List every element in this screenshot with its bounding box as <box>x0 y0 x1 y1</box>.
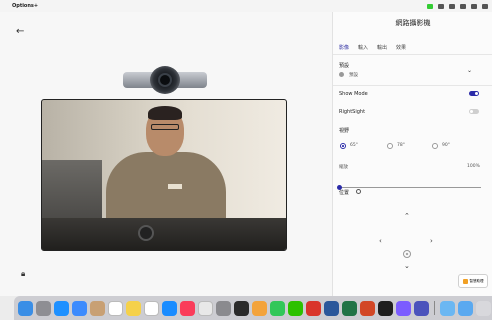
excel-icon[interactable] <box>342 300 357 316</box>
keyboard-icon[interactable] <box>438 3 444 9</box>
safari-icon[interactable] <box>54 300 69 316</box>
fov-label: 視野 <box>339 128 350 134</box>
helper-label: 智慧助理 <box>469 278 484 283</box>
dock <box>14 296 492 320</box>
camera-status-icon[interactable] <box>427 3 433 9</box>
zoom-slider-track[interactable] <box>339 187 481 188</box>
pan-up-icon[interactable]: ⌃ <box>404 212 410 220</box>
settings-panel: 網路攝影機 影像 輸入 輸出 效果 預設 預設 ⌄ Show Mode Righ… <box>332 12 492 296</box>
rightsight-toggle[interactable] <box>469 109 479 114</box>
fov-option-label: 78° <box>397 143 405 148</box>
launchpad-icon[interactable] <box>36 300 51 316</box>
wifi-icon[interactable] <box>449 3 455 9</box>
notes-icon[interactable] <box>126 300 141 316</box>
divider <box>333 85 492 86</box>
helper-button[interactable]: 智慧助理 <box>458 274 488 288</box>
control-center-icon[interactable] <box>471 3 477 9</box>
app-menu-name[interactable]: Options+ <box>12 3 38 9</box>
pan-down-icon[interactable]: ⌄ <box>404 262 410 270</box>
zoom-value: 100% <box>467 164 480 169</box>
chrome-icon[interactable] <box>198 300 213 316</box>
folder-icon[interactable] <box>440 300 455 316</box>
position-label: 位置 <box>339 190 350 196</box>
divider <box>333 54 492 55</box>
contacts-icon[interactable] <box>90 300 105 316</box>
dock-separator <box>434 301 435 315</box>
search-icon[interactable] <box>482 3 488 9</box>
arrow-left-icon[interactable]: ← <box>16 26 24 37</box>
logi-options-icon[interactable] <box>234 300 249 316</box>
pan-left-icon[interactable]: ‹ <box>379 237 382 245</box>
messages-icon[interactable] <box>270 300 285 316</box>
preset-value[interactable]: 預設 <box>349 72 358 78</box>
battery-icon[interactable] <box>460 3 466 9</box>
wechat-icon[interactable] <box>288 300 303 316</box>
fov-option-label: 65° <box>350 143 358 148</box>
messenger-icon[interactable] <box>396 300 411 316</box>
chevron-down-icon[interactable]: ⌄ <box>467 67 472 74</box>
reminders-icon[interactable] <box>144 300 159 316</box>
fov-radio-65[interactable] <box>340 143 346 149</box>
trash-icon[interactable] <box>476 300 491 316</box>
teams-icon[interactable] <box>414 300 429 316</box>
pan-right-icon[interactable]: › <box>430 237 433 245</box>
app-window: ← 🔒︎ 網路攝影機 影像 輸入 輸出 效果 預設 預設 ⌄ Show Mode… <box>0 12 492 296</box>
preset-swatch-icon <box>339 72 344 77</box>
mail-icon[interactable] <box>72 300 87 316</box>
settings-icon[interactable] <box>216 300 231 316</box>
preview-area: ← 🔒︎ <box>0 12 332 296</box>
status-icons <box>427 0 488 12</box>
pan-reset-icon[interactable] <box>403 250 411 258</box>
music-icon[interactable] <box>180 300 195 316</box>
wps-icon[interactable] <box>306 300 321 316</box>
show-mode-label: Show Mode <box>339 91 368 97</box>
rightsight-label: RightSight <box>339 109 366 115</box>
downloads-icon[interactable] <box>458 300 473 316</box>
calendar-icon[interactable] <box>108 300 123 316</box>
photos-icon[interactable] <box>252 300 267 316</box>
zoom-label: 縮放 <box>339 165 348 170</box>
camera-preview <box>41 99 287 251</box>
fov-radio-78[interactable] <box>387 143 393 149</box>
helper-icon <box>462 278 468 284</box>
preset-label: 預設 <box>339 63 350 69</box>
powerpoint-icon[interactable] <box>360 300 375 316</box>
show-mode-toggle[interactable] <box>469 91 479 96</box>
terminal-icon[interactable] <box>378 300 393 316</box>
menu-bar: Options+ <box>0 0 492 12</box>
info-icon[interactable] <box>356 189 361 194</box>
lock-icon[interactable]: 🔒︎ <box>21 269 25 279</box>
fov-radio-90[interactable] <box>432 143 438 149</box>
webcam-device-image <box>123 66 207 94</box>
word-icon[interactable] <box>324 300 339 316</box>
panel-title: 網路攝影機 <box>395 19 431 27</box>
app-store-icon[interactable] <box>162 300 177 316</box>
fov-option-label: 90° <box>442 143 450 148</box>
finder-icon[interactable] <box>18 300 33 316</box>
